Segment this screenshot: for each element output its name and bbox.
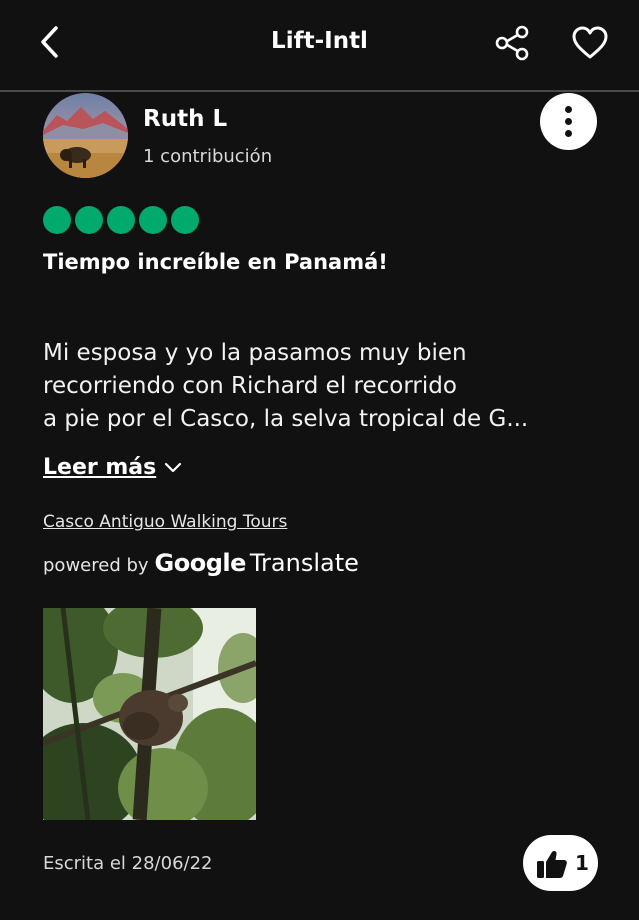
rating-bubble — [75, 206, 103, 234]
rating-bubble — [171, 206, 199, 234]
rating-bubble — [107, 206, 135, 234]
review-body: Mi esposa y yo la pasamos muy bien recor… — [43, 337, 603, 436]
more-options-button[interactable] — [540, 93, 597, 150]
review-body-line: Mi esposa y yo la pasamos muy bien — [43, 340, 467, 366]
bison-landscape-photo — [43, 93, 128, 178]
share-icon — [495, 25, 529, 61]
sloth-in-rainforest-photo — [43, 608, 256, 820]
helpful-vote-count: 1 — [575, 851, 589, 875]
powered-by-google-translate: powered by Google Translate — [43, 549, 359, 577]
review-title: Tiempo increíble en Panamá! — [43, 250, 388, 274]
rating-bubble — [43, 206, 71, 234]
more-dots-icon — [565, 106, 572, 113]
translate-label: Translate — [249, 549, 359, 577]
heart-icon — [572, 26, 608, 59]
thumbs-up-icon — [537, 850, 567, 878]
review-body-line: recorriendo con Richard el recorrido — [43, 373, 457, 399]
favorite-button[interactable] — [570, 24, 610, 62]
review-body-line: a pie por el Casco, la selva tropical de… — [43, 406, 529, 432]
read-more-label: Leer más — [43, 455, 157, 480]
contribution-count: 1 contribución — [143, 146, 273, 167]
more-dots-icon — [565, 130, 572, 137]
more-dots-icon — [565, 118, 572, 125]
tour-link[interactable]: Casco Antiguo Walking Tours — [43, 512, 287, 532]
page-title: Lift-Intl — [271, 28, 368, 54]
helpful-vote-button[interactable]: 1 — [523, 835, 598, 891]
review-photo[interactable] — [43, 608, 256, 820]
written-date: Escrita el 28/06/22 — [43, 853, 213, 874]
google-logo: Google — [154, 549, 247, 577]
top-bar: Lift-Intl — [0, 0, 639, 90]
chevron-down-icon — [165, 462, 182, 473]
read-more-link[interactable]: Leer más — [43, 455, 182, 480]
header-divider — [0, 90, 639, 92]
powered-by-label: powered by — [43, 555, 149, 576]
rating-bubble — [139, 206, 167, 234]
share-button[interactable] — [493, 24, 531, 62]
reviewer-name[interactable]: Ruth L — [143, 106, 227, 132]
avatar[interactable] — [43, 93, 128, 178]
